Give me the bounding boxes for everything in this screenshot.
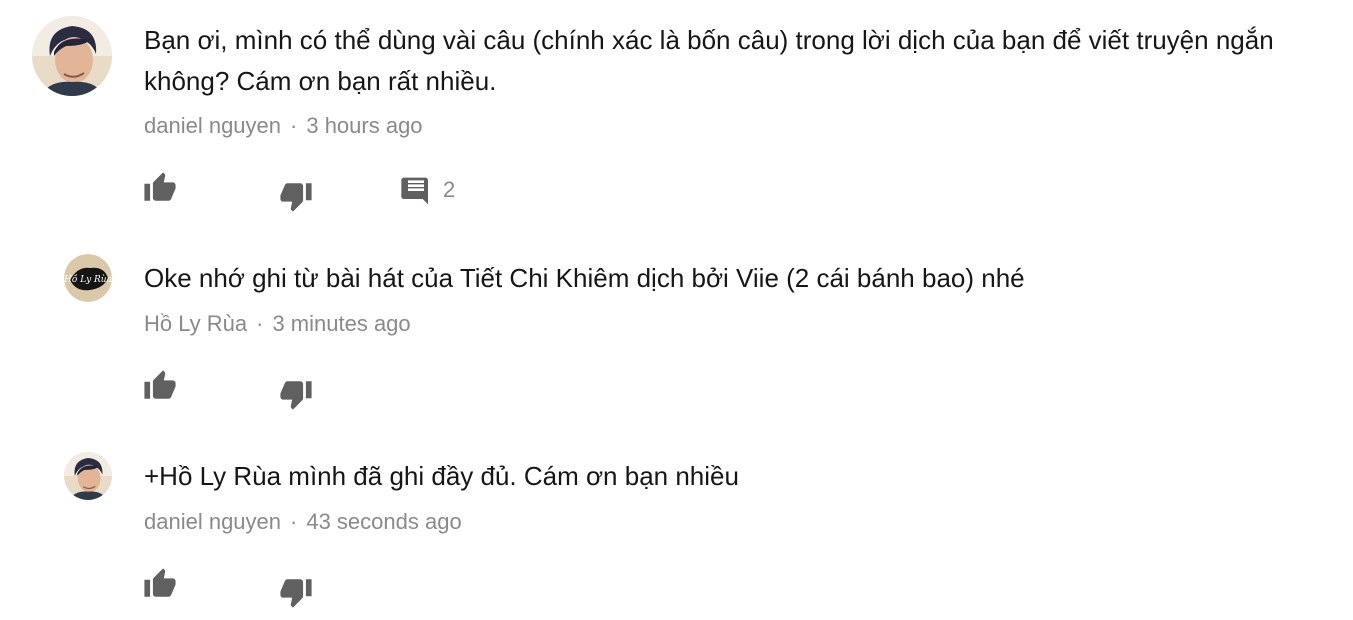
meta-separator: · bbox=[290, 113, 298, 138]
profile-photo-icon bbox=[32, 16, 112, 96]
dislike-button[interactable] bbox=[279, 377, 313, 411]
comment-text: Oke nhớ ghi từ bài hát của Tiết Chi Khiê… bbox=[144, 263, 1025, 293]
like-button[interactable] bbox=[143, 171, 177, 205]
thumb-up-icon bbox=[144, 568, 176, 597]
timestamp[interactable]: 3 hours ago bbox=[306, 113, 422, 138]
logo-text: Hồ Ly Rùa bbox=[64, 274, 112, 285]
timestamp[interactable]: 3 minutes ago bbox=[272, 311, 410, 336]
author-name[interactable]: daniel nguyen bbox=[144, 113, 281, 138]
comment-meta: daniel nguyen · 3 hours ago bbox=[144, 113, 423, 139]
comment-meta: Hồ Ly Rùa · 3 minutes ago bbox=[144, 311, 411, 337]
avatar-icon[interactable] bbox=[32, 16, 112, 96]
profile-photo-icon bbox=[64, 452, 112, 500]
author-name[interactable]: daniel nguyen bbox=[144, 509, 281, 534]
comment-1: Bạn ơi, mình có thể dùng vài câu (chính … bbox=[0, 0, 1353, 230]
author-name[interactable]: Hồ Ly Rùa bbox=[144, 311, 247, 336]
meta-separator: · bbox=[256, 311, 264, 336]
dislike-button[interactable] bbox=[279, 179, 313, 213]
comment-meta: daniel nguyen · 43 seconds ago bbox=[144, 509, 462, 535]
like-button[interactable] bbox=[143, 369, 177, 403]
thumb-up-icon bbox=[144, 370, 176, 399]
thumb-down-icon bbox=[280, 183, 312, 212]
like-button[interactable] bbox=[143, 567, 177, 601]
thumb-down-icon bbox=[280, 381, 312, 410]
reply-count[interactable]: 2 bbox=[443, 177, 455, 203]
comment-icon bbox=[401, 177, 428, 205]
dislike-button[interactable] bbox=[279, 575, 313, 609]
comment-text: Bạn ơi, mình có thể dùng vài câu (chính … bbox=[144, 25, 1274, 96]
thumb-down-icon bbox=[280, 579, 312, 608]
reply-button[interactable] bbox=[400, 175, 432, 207]
comment-text: +Hồ Ly Rùa mình đã ghi đầy đủ. Cám ơn bạ… bbox=[144, 461, 739, 491]
logo-icon: Hồ Ly Rùa bbox=[64, 254, 112, 302]
timestamp[interactable]: 43 seconds ago bbox=[306, 509, 461, 534]
avatar-icon[interactable] bbox=[64, 452, 112, 500]
avatar-icon[interactable]: Hồ Ly Rùa bbox=[64, 254, 112, 302]
meta-separator: · bbox=[290, 509, 298, 534]
thumb-up-icon bbox=[144, 172, 176, 201]
